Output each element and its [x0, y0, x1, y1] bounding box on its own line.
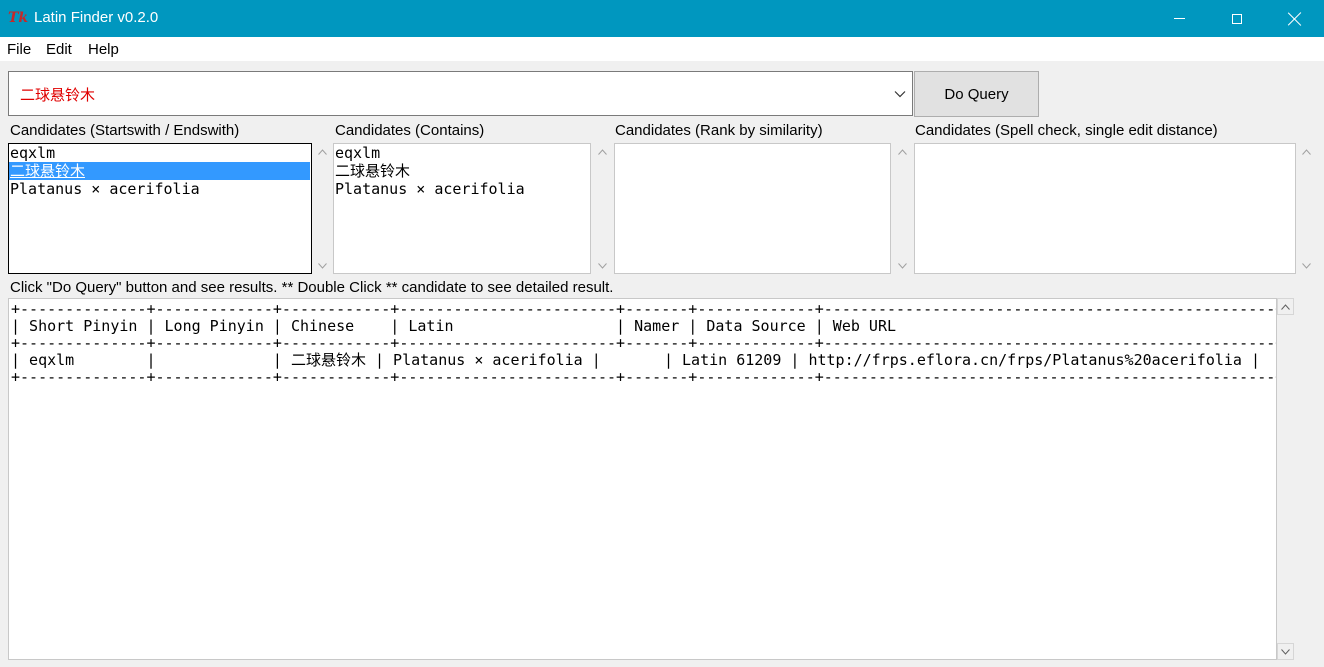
candidates-startswith-list[interactable]: eqxlm 二球悬铃木 Platanus × acerifolia: [8, 143, 312, 274]
table-row: | eqxlm | | 二球悬铃木 | Platanus × acerifoli…: [11, 351, 1260, 369]
scroll-down-icon[interactable]: [314, 257, 331, 274]
list-item[interactable]: 二球悬铃木: [334, 162, 590, 180]
menu-file[interactable]: File: [7, 41, 31, 58]
window-title: Latin Finder v0.2.0: [34, 9, 159, 26]
maximize-button[interactable]: [1208, 0, 1266, 37]
results-text-area[interactable]: +--------------+-------------+----------…: [8, 298, 1277, 660]
scroll-down-icon[interactable]: [1277, 643, 1294, 660]
scrollbar-startswith[interactable]: [314, 143, 331, 274]
close-icon: [1288, 12, 1302, 26]
close-button[interactable]: [1266, 0, 1324, 37]
menu-edit[interactable]: Edit: [46, 41, 72, 58]
panel-label-similarity: Candidates (Rank by similarity): [615, 122, 823, 139]
minimize-icon: [1173, 18, 1185, 19]
scrollbar-results[interactable]: [1277, 298, 1294, 660]
do-query-button[interactable]: Do Query: [914, 71, 1039, 117]
query-input[interactable]: 二球悬铃木: [20, 86, 95, 104]
scroll-up-icon[interactable]: [594, 143, 611, 160]
menu-bar: File Edit Help: [0, 37, 1324, 61]
scroll-up-icon[interactable]: [894, 143, 911, 160]
menu-help[interactable]: Help: [88, 41, 119, 58]
panel-label-contains: Candidates (Contains): [335, 122, 485, 139]
instruction-hint: Click "Do Query" button and see results.…: [10, 279, 614, 296]
query-combobox[interactable]: 二球悬铃木: [8, 71, 913, 116]
app-icon: Tk: [8, 10, 29, 26]
list-item[interactable]: Platanus × acerifolia: [334, 180, 590, 198]
minimize-button[interactable]: [1150, 0, 1208, 37]
scroll-up-icon[interactable]: [1277, 298, 1294, 315]
scroll-down-icon[interactable]: [594, 257, 611, 274]
scroll-down-icon[interactable]: [1298, 257, 1315, 274]
scroll-up-icon[interactable]: [314, 143, 331, 160]
scrollbar-similarity[interactable]: [894, 143, 911, 274]
table-header-row: | Short Pinyin | Long Pinyin | Chinese |…: [11, 317, 1277, 335]
list-item-selected[interactable]: 二球悬铃木: [9, 162, 310, 180]
panel-label-spellcheck: Candidates (Spell check, single edit dis…: [915, 122, 1218, 139]
scroll-down-icon[interactable]: [894, 257, 911, 274]
table-border: +--------------+-------------+----------…: [11, 300, 1277, 318]
scrollbar-spellcheck[interactable]: [1298, 143, 1315, 274]
chevron-down-icon[interactable]: [894, 88, 906, 100]
candidates-spellcheck-list[interactable]: [914, 143, 1296, 274]
maximize-icon: [1232, 13, 1242, 24]
list-item[interactable]: eqxlm: [334, 144, 590, 162]
scrollbar-contains[interactable]: [594, 143, 611, 274]
list-item[interactable]: Platanus × acerifolia: [9, 180, 311, 198]
table-border: +--------------+-------------+----------…: [11, 368, 1277, 386]
panel-label-startswith: Candidates (Startswith / Endswith): [10, 122, 240, 139]
candidates-contains-list[interactable]: eqxlm 二球悬铃木 Platanus × acerifolia: [333, 143, 591, 274]
candidates-similarity-list[interactable]: [614, 143, 891, 274]
table-border: +--------------+-------------+----------…: [11, 334, 1277, 352]
title-bar: Tk Latin Finder v0.2.0: [0, 0, 1324, 37]
scroll-up-icon[interactable]: [1298, 143, 1315, 160]
list-item[interactable]: eqxlm: [9, 144, 311, 162]
